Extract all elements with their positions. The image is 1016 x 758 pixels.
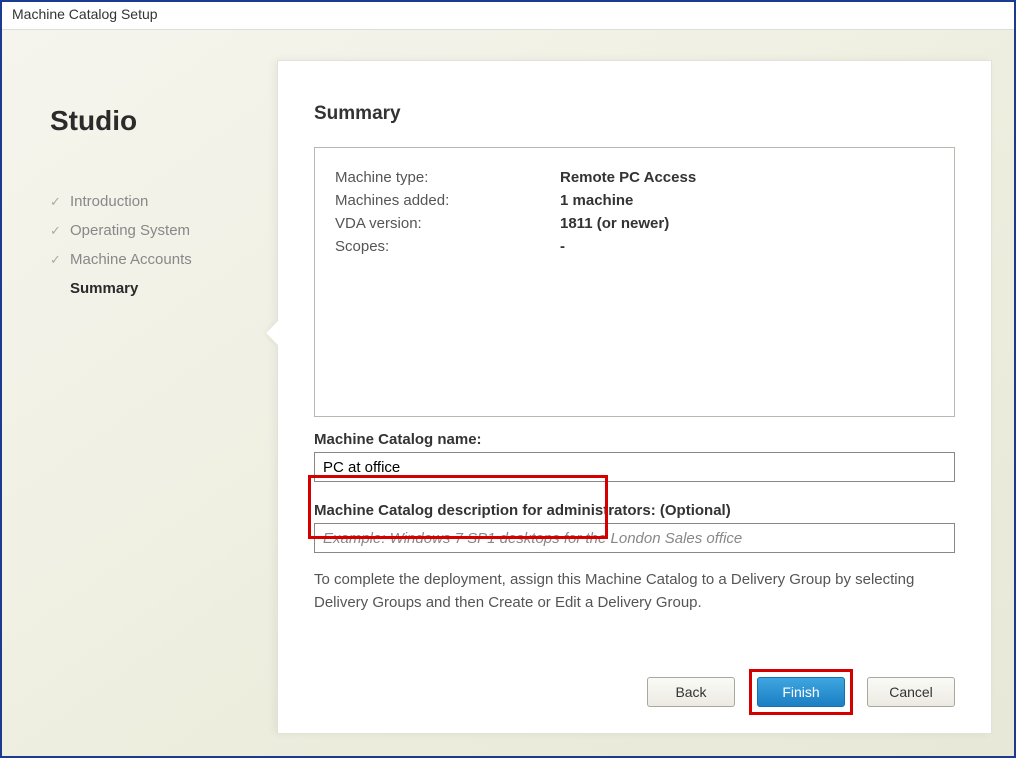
check-icon: ✓ [50,223,64,239]
window-title: Machine Catalog Setup [2,2,1014,30]
check-icon: ✓ [50,252,64,268]
step-label: Machine Accounts [70,251,192,268]
brand-title: Studio [50,105,260,137]
summary-box: Machine type: Remote PC Access Machines … [314,147,955,417]
step-summary[interactable]: ✓ Summary [50,274,260,303]
catalog-name-label: Machine Catalog name: [314,431,955,448]
summary-value: 1 machine [560,192,633,209]
summary-value: 1811 (or newer) [560,215,669,232]
step-operating-system[interactable]: ✓ Operating System [50,216,260,245]
catalog-description-label: Machine Catalog description for administ… [314,502,955,519]
step-label: Summary [70,280,138,297]
step-machine-accounts[interactable]: ✓ Machine Accounts [50,245,260,274]
summary-label: Scopes: [335,238,560,255]
wizard-sidebar: Studio ✓ Introduction ✓ Operating System… [50,105,260,303]
step-list: ✓ Introduction ✓ Operating System ✓ Mach… [50,187,260,303]
summary-value: - [560,238,565,255]
wizard-buttons: Back Finish Cancel [647,675,955,709]
main-panel: Summary Machine type: Remote PC Access M… [277,60,992,734]
cancel-button[interactable]: Cancel [867,677,955,707]
finish-button[interactable]: Finish [757,677,845,707]
summary-label: Machines added: [335,192,560,209]
catalog-name-input[interactable] [314,452,955,482]
check-icon: ✓ [50,194,64,210]
summary-value: Remote PC Access [560,169,696,186]
panel-heading: Summary [314,103,955,125]
deployment-hint: To complete the deployment, assign this … [314,569,955,614]
summary-label: Machine type: [335,169,560,186]
summary-label: VDA version: [335,215,560,232]
step-introduction[interactable]: ✓ Introduction [50,187,260,216]
summary-row-machines-added: Machines added: 1 machine [335,189,934,212]
catalog-description-input[interactable] [314,523,955,553]
step-label: Operating System [70,222,190,239]
summary-row-vda-version: VDA version: 1811 (or newer) [335,212,934,235]
summary-row-machine-type: Machine type: Remote PC Access [335,166,934,189]
step-label: Introduction [70,193,148,210]
back-button[interactable]: Back [647,677,735,707]
summary-row-scopes: Scopes: - [335,235,934,258]
wizard-body: Studio ✓ Introduction ✓ Operating System… [2,30,1014,756]
